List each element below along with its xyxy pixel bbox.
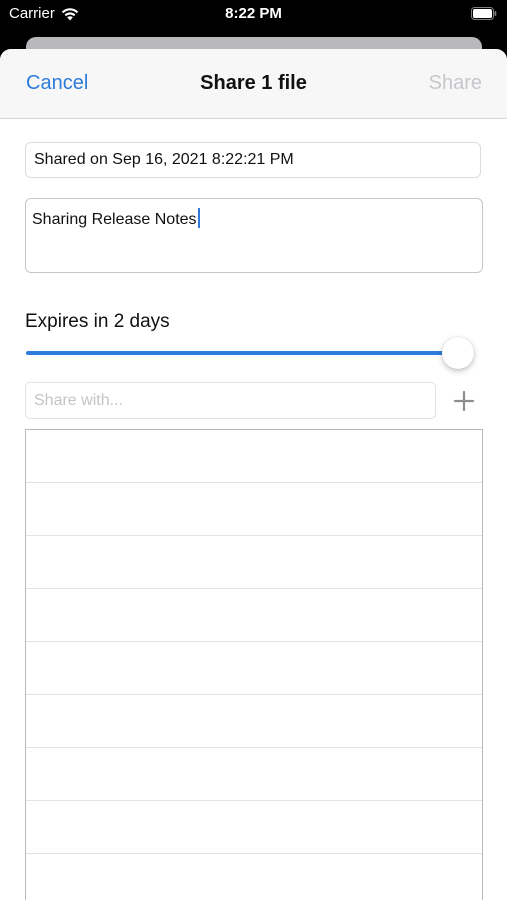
list-item[interactable] xyxy=(26,483,482,536)
share-sheet: Cancel Share 1 file Share Shared on Sep … xyxy=(0,49,507,900)
navigation-bar: Cancel Share 1 file Share xyxy=(0,49,507,119)
share-button[interactable]: Share xyxy=(429,72,482,95)
list-item[interactable] xyxy=(26,536,482,589)
list-item[interactable] xyxy=(26,430,482,483)
expiry-slider[interactable] xyxy=(26,335,484,371)
text-caret xyxy=(197,208,200,228)
list-item[interactable] xyxy=(26,854,482,900)
slider-thumb[interactable] xyxy=(442,337,474,369)
share-name-field[interactable]: Shared on Sep 16, 2021 8:22:21 PM xyxy=(25,142,481,178)
list-item[interactable] xyxy=(26,642,482,695)
status-bar: Carrier 8:22 PM xyxy=(0,0,507,30)
recipient-list xyxy=(25,429,483,900)
notes-field[interactable]: Sharing Release Notes xyxy=(25,198,483,273)
notes-value: Sharing Release Notes xyxy=(32,211,197,228)
list-item[interactable] xyxy=(26,589,482,642)
share-name-value: Shared on Sep 16, 2021 8:22:21 PM xyxy=(34,151,294,168)
slider-fill xyxy=(26,351,458,355)
list-item[interactable] xyxy=(26,748,482,801)
share-with-input[interactable] xyxy=(25,382,436,419)
list-item[interactable] xyxy=(26,801,482,854)
plus-icon[interactable] xyxy=(449,386,479,416)
expires-label: Expires in 2 days xyxy=(25,311,170,332)
screen: Carrier 8:22 PM Cancel Share 1 file Shar… xyxy=(0,0,507,900)
battery-icon xyxy=(471,7,497,20)
clock: 8:22 PM xyxy=(225,5,282,22)
list-item[interactable] xyxy=(26,695,482,748)
